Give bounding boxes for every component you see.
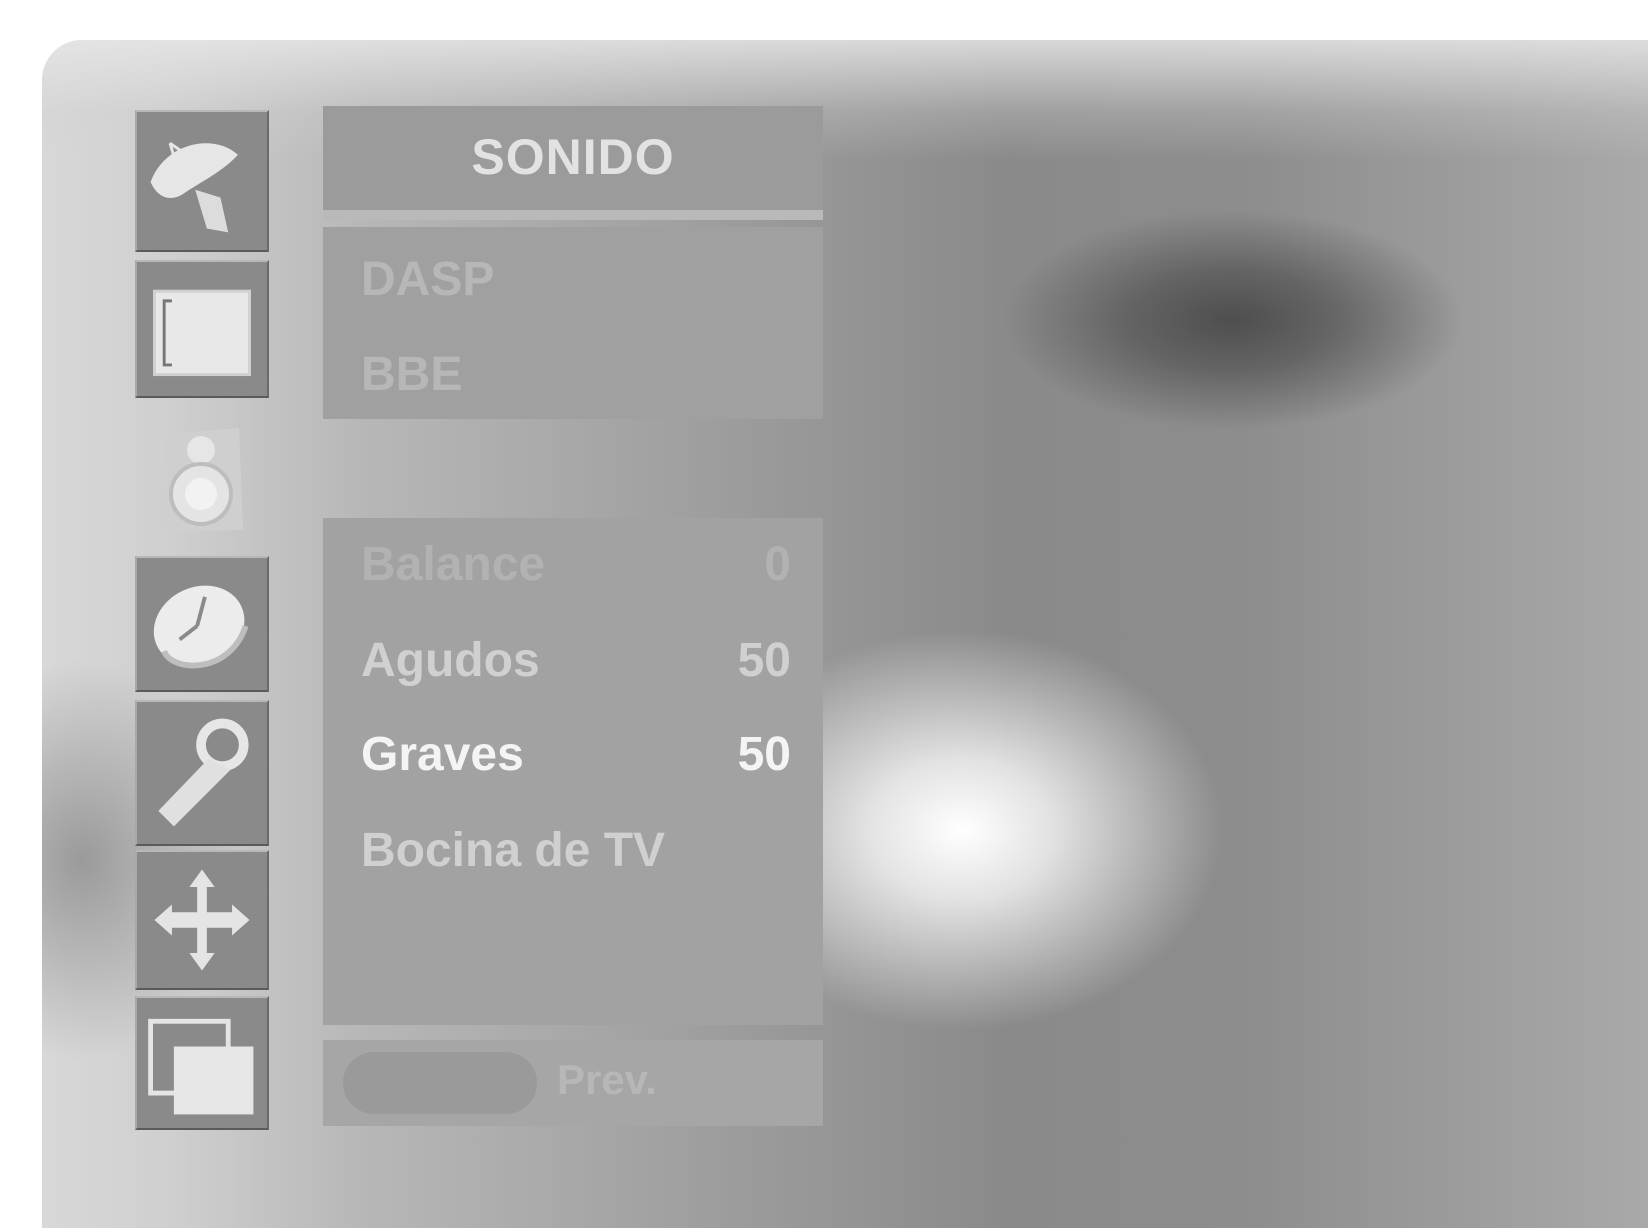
wrench-icon[interactable] (135, 700, 269, 846)
picture-screen-icon[interactable] (135, 260, 269, 398)
menu-item-label: DASP (361, 253, 495, 306)
menu-item-value: 0 (764, 538, 791, 591)
menu-item-value: 50 (737, 728, 791, 781)
menu-item-label: Agudos (361, 634, 540, 687)
menu-item-bbe[interactable]: BBE (361, 345, 791, 405)
menu-title-bar: SONIDO (323, 106, 823, 220)
multi-window-icon[interactable] (135, 996, 269, 1130)
move-arrows-icon[interactable] (135, 850, 269, 990)
prev-label: Prev. (557, 1056, 657, 1103)
menu-item-agudos[interactable]: Agudos 50 (361, 631, 791, 691)
menu-item-bocina-de-tv[interactable]: Bocina de TV (361, 821, 791, 881)
menu-item-balance[interactable]: Balance 0 (361, 535, 791, 595)
menu-item-label: BBE (361, 348, 463, 401)
tv-screen: SONIDO DASP BBE Balance 0 Agudos 50 Grav… (42, 40, 1648, 1228)
clock-icon[interactable] (135, 556, 269, 692)
top-menu-list: DASP BBE (323, 227, 823, 419)
satellite-dish-icon[interactable] (135, 110, 269, 252)
menu-item-graves[interactable]: Graves 50 (361, 725, 791, 785)
speaker-icon[interactable] (135, 426, 269, 536)
menu-title: SONIDO (471, 129, 675, 185)
footer-bar: Prev. (323, 1040, 823, 1126)
menu-item-label: Bocina de TV (361, 824, 666, 877)
prev-button[interactable] (343, 1052, 537, 1114)
menu-item-value: 50 (737, 634, 791, 687)
menu-item-dasp[interactable]: DASP (361, 250, 791, 310)
bottom-menu-list: Balance 0 Agudos 50 Graves 50 Bocina de … (323, 518, 823, 1025)
menu-item-label: Balance (361, 538, 546, 591)
menu-item-label: Graves (361, 728, 524, 781)
